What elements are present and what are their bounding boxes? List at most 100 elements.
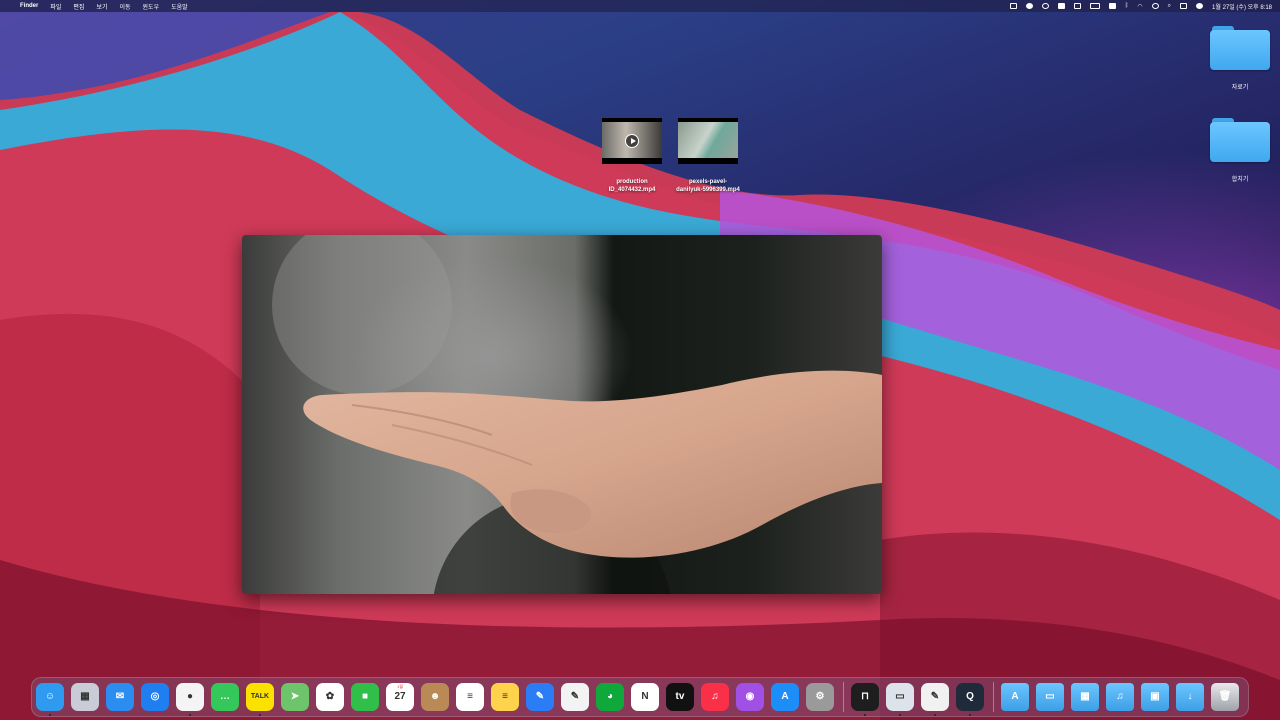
menu-help[interactable]: 도움말 [171, 2, 188, 11]
search-icon[interactable]: ⌕ [1168, 3, 1171, 10]
grid-icon[interactable] [1073, 3, 1081, 9]
reminders-glyph: ≡ [467, 691, 473, 702]
play-icon [625, 134, 639, 148]
appletv-glyph: tv [675, 691, 685, 702]
dock-system-preferences-icon[interactable]: ⚙ [806, 683, 834, 711]
desktop-file-video-1[interactable]: production ID_4074432.mp4 [592, 118, 672, 194]
dock-trash-icon[interactable]: 🗑 [1211, 683, 1239, 711]
notion-glyph: N [641, 691, 649, 702]
running-indicator [934, 714, 936, 716]
dock-appstore-icon[interactable]: A [771, 683, 799, 711]
desktop-folder-label: 자료기 [1231, 85, 1249, 91]
pictures-glyph: ▣ [1150, 691, 1160, 702]
dock-finder-icon[interactable]: ☺ [36, 683, 64, 711]
dock-applications-icon[interactable]: A [1001, 683, 1029, 711]
dock-chrome-icon[interactable]: ● [176, 683, 204, 711]
dock-pictures-icon[interactable]: ▣ [1141, 683, 1169, 711]
hand-image [272, 235, 882, 594]
script-editor-glyph: ✎ [930, 691, 940, 702]
dock-notes-icon[interactable]: ≡ [491, 683, 519, 711]
dock-safari-icon[interactable]: ◎ [141, 683, 169, 711]
running-indicator [969, 714, 971, 716]
dock-preview-monitor-icon[interactable]: ▭ [886, 683, 914, 711]
menu-view[interactable]: 보기 [96, 2, 107, 11]
dock-movies-icon[interactable]: ▦ [1071, 683, 1099, 711]
siri-icon[interactable] [1196, 3, 1204, 9]
photos-glyph: ✿ [325, 691, 335, 702]
dock-maps-icon[interactable]: ➤ [281, 683, 309, 711]
bluetooth-icon[interactable]: ᛒ [1125, 3, 1129, 9]
shield-icon[interactable] [1057, 3, 1065, 9]
launchpad-glyph: ▦ [80, 691, 90, 702]
appstore-glyph: A [781, 691, 789, 702]
kakaotalk-glyph: TALK [250, 693, 270, 700]
dock-downloads-icon[interactable]: ↓ [1176, 683, 1204, 711]
textedit-glyph: ✎ [570, 691, 580, 702]
running-indicator [189, 714, 191, 716]
dock-notion-icon[interactable]: N [631, 683, 659, 711]
contacts-glyph: ☻ [429, 691, 441, 702]
downloads-glyph: ↓ [1187, 691, 1193, 702]
dock-mail-icon[interactable]: ✉ [106, 683, 134, 711]
dock-reminders-icon[interactable]: ≡ [456, 683, 484, 711]
pages-glyph: ✎ [535, 691, 545, 702]
file-name: production ID_4074432.mp4 [608, 179, 656, 193]
desktop-file-video-2[interactable]: pexels-pavel- danilyuk-5996399.mp4 [668, 118, 748, 194]
quicktime-glyph: Q [966, 691, 974, 702]
movies-glyph: ▦ [1080, 691, 1090, 702]
dock-appletv-icon[interactable]: tv [666, 683, 694, 711]
dock-contacts-icon[interactable]: ☻ [421, 683, 449, 711]
system-preferences-glyph: ⚙ [815, 691, 825, 702]
dock-calendar-icon[interactable]: 27 1월 [386, 683, 414, 711]
control-center-icon[interactable] [1180, 3, 1188, 9]
podcasts-glyph: ◉ [745, 691, 755, 702]
screen-recorder-glyph: ⊓ [861, 691, 869, 702]
video-preview-window[interactable] [242, 235, 882, 594]
menu-edit[interactable]: 편집 [73, 2, 84, 11]
dock-separator [843, 682, 844, 712]
facetime-glyph: ■ [361, 691, 369, 702]
dock-documents-icon[interactable]: ▭ [1036, 683, 1064, 711]
cloud-icon[interactable] [1025, 3, 1033, 9]
wifi-icon[interactable]: ◠ [1137, 3, 1142, 10]
dock-music-icon[interactable]: ♫ [1106, 683, 1134, 711]
dock-quicktime-icon[interactable]: Q [956, 683, 984, 711]
menu-window[interactable]: 윈도우 [143, 2, 160, 11]
dock-music-icon[interactable]: ♫ [701, 683, 729, 711]
dock-screen-recorder-icon[interactable]: ⊓ [851, 683, 879, 711]
folder-icon [1210, 22, 1270, 70]
running-indicator [49, 714, 51, 716]
dock-textedit-icon[interactable]: ✎ [561, 683, 589, 711]
menu-app-name[interactable]: Finder [20, 3, 38, 9]
vpn-icon[interactable] [1041, 3, 1049, 9]
applications-glyph: A [1011, 691, 1019, 702]
menu-clock[interactable]: 1월 27일 (수) 오후 8:18 [1212, 2, 1272, 11]
dock-kakaotalk-icon[interactable]: TALK [246, 683, 274, 711]
dock-pages-icon[interactable]: ✎ [526, 683, 554, 711]
trash-glyph: 🗑 [1218, 691, 1232, 702]
maps-glyph: ➤ [290, 691, 300, 702]
running-indicator [259, 714, 261, 716]
battery-icon[interactable] [1089, 3, 1100, 9]
user-icon[interactable] [1151, 3, 1159, 9]
messages-glyph: … [220, 691, 230, 702]
dock-photos-icon[interactable]: ✿ [316, 683, 344, 711]
menu-file[interactable]: 파일 [50, 2, 61, 11]
desktop-folder-2[interactable]: 합치기 [1210, 114, 1270, 183]
chrome-glyph: ● [186, 691, 194, 702]
dock-script-editor-icon[interactable]: ✎ [921, 683, 949, 711]
screen-mirror-icon[interactable] [1009, 3, 1017, 9]
running-indicator [864, 714, 866, 716]
dock-podcasts-icon[interactable]: ◉ [736, 683, 764, 711]
dock-messages-icon[interactable]: … [211, 683, 239, 711]
menu-go[interactable]: 이동 [119, 2, 130, 11]
dock-facetime-icon[interactable]: ■ [351, 683, 379, 711]
folder-icon [1210, 114, 1270, 162]
finder-glyph: ☺ [44, 691, 56, 702]
dock-evernote-icon[interactable]: ◕ [596, 683, 624, 711]
b-icon[interactable] [1108, 3, 1116, 9]
running-indicator [899, 714, 901, 716]
dock-launchpad-icon[interactable]: ▦ [71, 683, 99, 711]
desktop-folder-1[interactable]: 자료기 [1210, 22, 1270, 91]
desktop-folder-label: 합치기 [1231, 177, 1249, 183]
